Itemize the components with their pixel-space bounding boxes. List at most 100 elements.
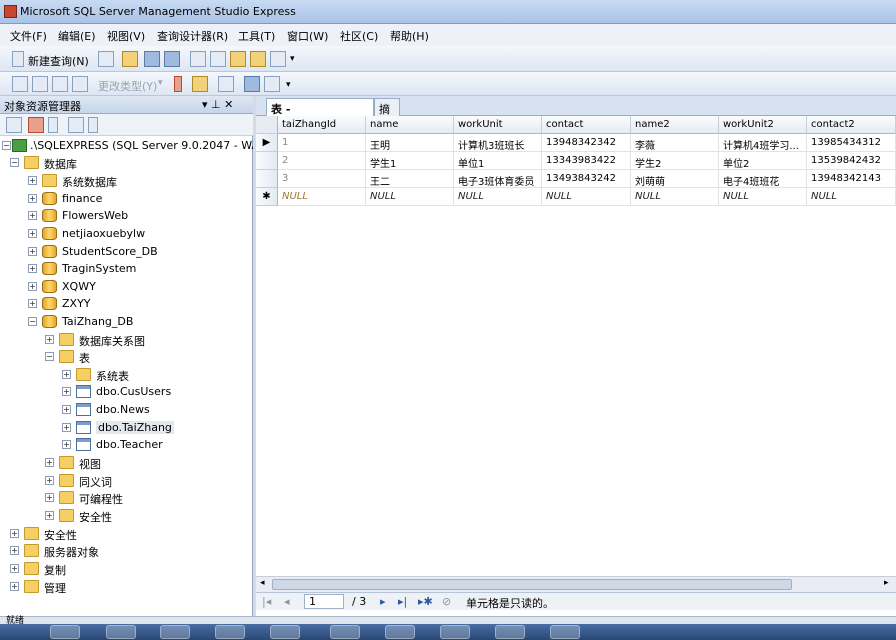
expand-icon[interactable]: + xyxy=(28,176,37,185)
expand-icon[interactable]: + xyxy=(62,405,71,414)
taskbar-app-icon[interactable] xyxy=(270,625,300,639)
first-record-icon[interactable]: |◂ xyxy=(262,595,271,608)
menu-edit[interactable]: 编辑(E) xyxy=(58,28,96,44)
expand-icon[interactable]: + xyxy=(10,582,19,591)
grid-cell[interactable]: 计算机4班学习... xyxy=(719,134,807,152)
expand-icon[interactable]: + xyxy=(10,529,19,538)
criteria-pane-icon[interactable] xyxy=(32,76,48,92)
grid-cell[interactable]: 13948342342 xyxy=(542,134,631,152)
expand-icon[interactable]: + xyxy=(28,247,37,256)
grid-cell[interactable]: 13948342143 xyxy=(807,170,896,188)
tree-server-objects-node[interactable]: + 服务器对象 xyxy=(10,543,250,560)
tree-table-node[interactable]: + dbo.Teacher xyxy=(62,437,247,454)
row-header[interactable] xyxy=(256,170,278,188)
refresh-icon[interactable] xyxy=(68,117,84,133)
tree-table-node[interactable]: + dbo.CusUsers xyxy=(62,384,247,401)
collapse-icon[interactable]: − xyxy=(2,141,11,150)
grid-cell[interactable]: 学生1 xyxy=(366,152,454,170)
column-header[interactable]: name xyxy=(366,116,454,134)
next-record-icon[interactable]: ▸ xyxy=(380,595,386,608)
tree-database-node[interactable]: + finance xyxy=(28,191,248,208)
panel-controls[interactable]: ▾ ⊥ ✕ xyxy=(202,98,233,111)
last-record-icon[interactable]: ▸| xyxy=(398,595,407,608)
tree-diagrams-node[interactable]: + 数据库关系图 xyxy=(45,332,245,349)
grid-cell-null[interactable]: NULL xyxy=(454,188,542,206)
tree-databases-node[interactable]: − 数据库 xyxy=(10,155,250,172)
tree-db-security-node[interactable]: + 安全性 xyxy=(45,508,245,525)
expand-icon[interactable]: + xyxy=(45,476,54,485)
taskbar-app2-icon[interactable] xyxy=(385,625,415,639)
column-header[interactable]: workUnit2 xyxy=(719,116,807,134)
results-pane-icon[interactable] xyxy=(72,76,88,92)
tree-server-node[interactable]: − .\SQLEXPRESS (SQL Server 9.0.2047 - WA… xyxy=(2,138,253,155)
scrollbar-thumb[interactable] xyxy=(272,579,792,590)
new-record-icon[interactable]: ▸✱ xyxy=(418,595,433,608)
tree-database-node[interactable]: + TraginSystem xyxy=(28,261,248,278)
execute-sql-icon[interactable] xyxy=(174,76,182,92)
toolbar2-overflow-icon[interactable]: ▾ xyxy=(286,80,291,90)
tree-synonyms-node[interactable]: + 同义词 xyxy=(45,473,245,490)
grid-cell[interactable]: 李薇 xyxy=(631,134,719,152)
taskbar-ie-icon[interactable] xyxy=(50,625,80,639)
grid-cell[interactable]: 学生2 xyxy=(631,152,719,170)
taskbar-qq-icon[interactable] xyxy=(440,625,470,639)
new-row-indicator-icon[interactable]: ✱ xyxy=(256,188,278,206)
grid-cell[interactable]: 电子4班班花 xyxy=(719,170,807,188)
column-header[interactable]: contact2 xyxy=(807,116,896,134)
column-header[interactable]: name2 xyxy=(631,116,719,134)
add-new-derived-table-icon[interactable] xyxy=(264,76,280,92)
current-row-indicator-icon[interactable]: ▶ xyxy=(256,134,278,152)
grid-cell[interactable]: 13493843242 xyxy=(542,170,631,188)
verify-sql-icon[interactable] xyxy=(192,76,208,92)
stop-icon[interactable]: ⊘ xyxy=(442,595,451,608)
grid-cell-null[interactable]: NULL xyxy=(719,188,807,206)
tree-tables-node[interactable]: − 表 xyxy=(45,349,245,366)
grid-cell[interactable]: 1 xyxy=(278,134,366,152)
grid-cell[interactable]: 计算机3班班长 xyxy=(454,134,542,152)
tree-system-tables-node[interactable]: + 系统表 xyxy=(62,367,247,384)
grid-cell-null[interactable]: NULL xyxy=(366,188,454,206)
tree-database-node[interactable]: + StudentScore_DB xyxy=(28,244,248,261)
grid-cell[interactable]: 单位1 xyxy=(454,152,542,170)
expand-icon[interactable]: + xyxy=(28,211,37,220)
expand-icon[interactable]: + xyxy=(62,423,71,432)
grid-cell[interactable]: 刘萌萌 xyxy=(631,170,719,188)
new-file-icon[interactable] xyxy=(98,51,114,67)
tree-open-database-node[interactable]: − TaiZhang_DB xyxy=(28,314,248,331)
properties-icon[interactable] xyxy=(190,51,206,67)
grid-cell[interactable]: 3 xyxy=(278,170,366,188)
add-table-icon[interactable] xyxy=(244,76,260,92)
menu-help[interactable]: 帮助(H) xyxy=(390,28,429,44)
tree-security-node[interactable]: + 安全性 xyxy=(10,526,250,543)
tab-summary[interactable]: 摘要 xyxy=(374,98,400,132)
expand-icon[interactable]: + xyxy=(28,264,37,273)
taskbar-chrome-icon[interactable] xyxy=(160,625,190,639)
grid-cell[interactable]: 2 xyxy=(278,152,366,170)
new-query-button[interactable]: 新建查询(N) xyxy=(28,53,89,69)
collapse-icon[interactable]: − xyxy=(10,158,19,167)
grid-cell-null[interactable]: NULL xyxy=(542,188,631,206)
expand-icon[interactable]: + xyxy=(45,493,54,502)
tree-table-node[interactable]: + dbo.News xyxy=(62,402,247,419)
change-type-button[interactable]: 更改类型(Y) xyxy=(98,78,157,94)
previous-record-icon[interactable]: ◂ xyxy=(284,595,290,608)
expand-icon[interactable]: + xyxy=(45,458,54,467)
expand-icon[interactable]: + xyxy=(45,335,54,344)
menu-file[interactable]: 文件(F) xyxy=(10,28,47,44)
taskbar-ssms-icon[interactable] xyxy=(495,625,525,639)
tree-views-node[interactable]: + 视图 xyxy=(45,455,245,472)
tab-table-taizhang[interactable]: 表 - dbo.TaiZhang xyxy=(266,98,374,130)
tree-database-node[interactable]: + netjiaoxuebylw xyxy=(28,226,248,243)
grid-cell-null[interactable]: NULL xyxy=(807,188,896,206)
tree-replication-node[interactable]: + 复制 xyxy=(10,561,250,578)
tree-management-node[interactable]: + 管理 xyxy=(10,579,250,596)
horizontal-scrollbar[interactable]: ◂ ▸ xyxy=(256,576,896,592)
tree-database-node[interactable]: + XQWY xyxy=(28,279,248,296)
stop-icon[interactable] xyxy=(48,117,58,133)
expand-icon[interactable]: + xyxy=(62,440,71,449)
disconnect-icon[interactable] xyxy=(28,117,44,133)
expand-icon[interactable]: + xyxy=(28,299,37,308)
grid-cell[interactable]: 电子3班体育委员 xyxy=(454,170,542,188)
taskbar-folder-icon[interactable] xyxy=(215,625,245,639)
change-type-dropdown-icon[interactable]: ▾ xyxy=(158,78,163,88)
